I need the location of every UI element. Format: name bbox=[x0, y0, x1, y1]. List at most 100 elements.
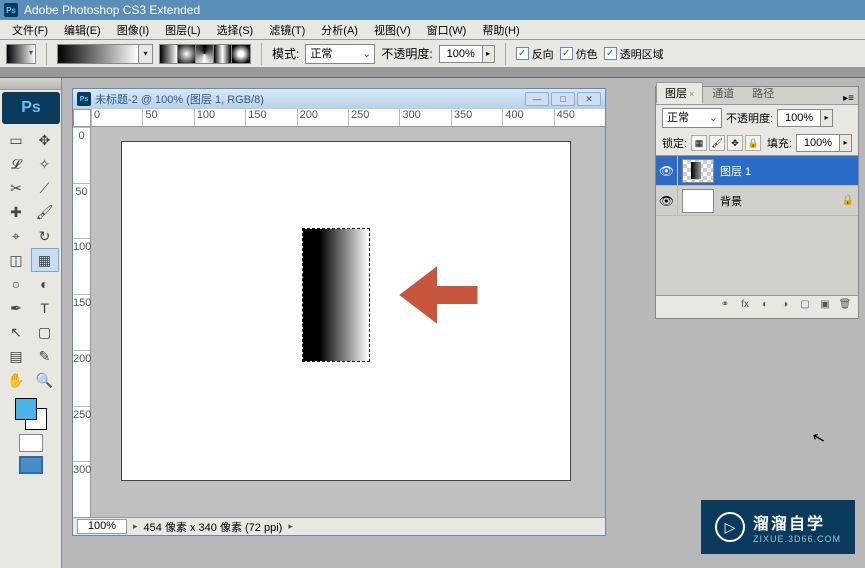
vertical-ruler[interactable]: 050100 150200250 300 bbox=[73, 127, 91, 517]
opacity-input[interactable]: 100% bbox=[439, 45, 483, 63]
pen-tool[interactable]: ✒ bbox=[2, 296, 30, 320]
maximize-button[interactable]: □ bbox=[551, 92, 575, 106]
new-layer-icon[interactable]: ▣ bbox=[816, 299, 834, 315]
layer-row[interactable]: 👁 图层 1 bbox=[656, 156, 858, 186]
delete-layer-icon[interactable]: 🗑 bbox=[836, 299, 854, 315]
adjustment-layer-icon[interactable]: ◑ bbox=[776, 299, 794, 315]
menu-window[interactable]: 窗口(W) bbox=[419, 20, 475, 40]
opacity-label: 不透明度: bbox=[381, 45, 432, 62]
crop-tool[interactable]: ✂ bbox=[2, 176, 30, 200]
layer-row[interactable]: 👁 背景 🔒 bbox=[656, 186, 858, 216]
tab-channels[interactable]: 通道 bbox=[703, 82, 743, 104]
horizontal-ruler[interactable]: 0 50 100 150 200 250 300 350 400 450 bbox=[91, 109, 605, 127]
layer-thumbnail[interactable] bbox=[682, 159, 714, 183]
zoom-input[interactable]: 100% bbox=[77, 519, 127, 534]
visibility-toggle-icon[interactable]: 👁 bbox=[656, 156, 678, 185]
menu-image[interactable]: 图像(I) bbox=[109, 20, 157, 40]
transparency-checkbox[interactable]: ✓ bbox=[604, 47, 617, 60]
close-button[interactable]: ✕ bbox=[577, 92, 601, 106]
visibility-toggle-icon[interactable]: 👁 bbox=[656, 186, 678, 215]
canvas-viewport[interactable] bbox=[91, 127, 605, 499]
tab-paths[interactable]: 路径 bbox=[743, 82, 783, 104]
move-tool[interactable]: ✥ bbox=[31, 128, 59, 152]
gradient-linear-button[interactable] bbox=[160, 45, 178, 63]
shape-tool[interactable]: ▢ bbox=[31, 320, 59, 344]
panel-menu-icon[interactable]: ▸≡ bbox=[839, 93, 858, 104]
dodge-tool[interactable]: ◐ bbox=[31, 272, 59, 296]
menu-edit[interactable]: 编辑(E) bbox=[56, 20, 109, 40]
layer-opacity-arrow[interactable]: ▸ bbox=[821, 109, 833, 127]
heal-tool[interactable]: ✚ bbox=[2, 200, 30, 224]
opacity-arrow[interactable]: ▸ bbox=[483, 45, 495, 63]
layer-thumbnail[interactable] bbox=[682, 189, 714, 213]
ruler-origin[interactable] bbox=[73, 109, 91, 127]
minimize-button[interactable]: — bbox=[525, 92, 549, 106]
hand-tool[interactable]: ✋ bbox=[2, 368, 30, 392]
watermark-title: 溜溜自学 bbox=[753, 510, 841, 534]
gradient-picker[interactable] bbox=[57, 44, 139, 64]
document-status-text: 454 像素 x 340 像素 (72 ppi) bbox=[144, 519, 283, 535]
marquee-selection[interactable] bbox=[302, 228, 370, 362]
link-layers-icon[interactable]: ⚭ bbox=[716, 299, 734, 315]
tools-grip[interactable] bbox=[0, 78, 61, 90]
layer-opacity-input[interactable]: 100% bbox=[777, 109, 821, 127]
blur-tool[interactable]: ○ bbox=[2, 272, 30, 296]
layer-blend-mode-select[interactable]: 正常 bbox=[662, 108, 722, 128]
lock-transparency-icon[interactable]: ▦ bbox=[691, 135, 707, 151]
eraser-tool[interactable]: ◫ bbox=[2, 248, 30, 272]
layers-panel: 图层× 通道 路径 ▸≡ 正常 不透明度: 100% ▸ 锁定: ▦ 🖌 ✥ bbox=[655, 86, 859, 319]
gradient-reflected-button[interactable] bbox=[214, 45, 232, 63]
fill-arrow[interactable]: ▸ bbox=[840, 134, 852, 152]
color-swatches[interactable] bbox=[15, 398, 47, 430]
group-icon[interactable]: ▢ bbox=[796, 299, 814, 315]
gradient-tool[interactable]: ▦ bbox=[31, 248, 59, 272]
layer-mask-icon[interactable]: ◐ bbox=[756, 299, 774, 315]
history-brush-tool[interactable]: ↻ bbox=[31, 224, 59, 248]
mode-label: 模式: bbox=[272, 45, 299, 62]
lock-buttons: ▦ 🖌 ✥ 🔒 bbox=[691, 135, 761, 151]
gradient-radial-button[interactable] bbox=[178, 45, 196, 63]
workspace: Ps 未标题-2 @ 100% (图层 1, RGB/8) — □ ✕ 0 50… bbox=[62, 78, 649, 568]
stamp-tool[interactable]: ⌖ bbox=[2, 224, 30, 248]
lock-all-icon[interactable]: 🔒 bbox=[745, 135, 761, 151]
layer-name[interactable]: 背景 bbox=[718, 193, 838, 209]
reverse-checkbox[interactable]: ✓ bbox=[516, 47, 529, 60]
blend-mode-select[interactable]: 正常 bbox=[305, 44, 375, 64]
type-tool[interactable]: T bbox=[31, 296, 59, 320]
gradient-diamond-button[interactable] bbox=[232, 45, 250, 63]
gradient-angle-button[interactable] bbox=[196, 45, 214, 63]
tab-layers[interactable]: 图层× bbox=[656, 82, 703, 104]
dither-checkbox[interactable]: ✓ bbox=[560, 47, 573, 60]
quick-mask-toggle[interactable] bbox=[19, 434, 43, 452]
menu-select[interactable]: 选择(S) bbox=[209, 20, 262, 40]
status-arrow-icon[interactable]: ▸ bbox=[133, 521, 138, 532]
lasso-tool[interactable]: 𝓛 bbox=[2, 152, 30, 176]
lock-pixels-icon[interactable]: 🖌 bbox=[709, 135, 725, 151]
zoom-tool[interactable]: 🔍 bbox=[31, 368, 59, 392]
layer-name[interactable]: 图层 1 bbox=[718, 163, 858, 179]
menu-filter[interactable]: 滤镜(T) bbox=[261, 20, 313, 40]
gradient-fill-area bbox=[303, 229, 369, 361]
menu-help[interactable]: 帮助(H) bbox=[474, 20, 527, 40]
document-titlebar[interactable]: Ps 未标题-2 @ 100% (图层 1, RGB/8) — □ ✕ bbox=[73, 89, 605, 109]
menu-analysis[interactable]: 分析(A) bbox=[313, 20, 366, 40]
screen-mode-toggle[interactable] bbox=[19, 456, 43, 474]
brush-tool[interactable]: 🖌 bbox=[31, 200, 59, 224]
lock-position-icon[interactable]: ✥ bbox=[727, 135, 743, 151]
tool-preset-dropdown[interactable] bbox=[6, 44, 36, 64]
menu-view[interactable]: 视图(V) bbox=[366, 20, 419, 40]
path-select-tool[interactable]: ↖ bbox=[2, 320, 30, 344]
fill-input[interactable]: 100% bbox=[796, 134, 840, 152]
layer-style-icon[interactable]: fx bbox=[736, 299, 754, 315]
wand-tool[interactable]: ✧ bbox=[31, 152, 59, 176]
slice-tool[interactable]: ⟋ bbox=[31, 176, 59, 200]
canvas[interactable] bbox=[121, 141, 571, 481]
foreground-color-swatch[interactable] bbox=[15, 398, 37, 420]
menu-layer[interactable]: 图层(L) bbox=[157, 20, 208, 40]
menu-file[interactable]: 文件(F) bbox=[4, 20, 56, 40]
notes-tool[interactable]: ▤ bbox=[2, 344, 30, 368]
status-menu-icon[interactable]: ▸ bbox=[288, 521, 293, 532]
marquee-tool[interactable]: ▭ bbox=[2, 128, 30, 152]
gradient-dropdown-arrow[interactable]: ▾ bbox=[139, 44, 153, 64]
eyedropper-tool[interactable]: ✎ bbox=[31, 344, 59, 368]
